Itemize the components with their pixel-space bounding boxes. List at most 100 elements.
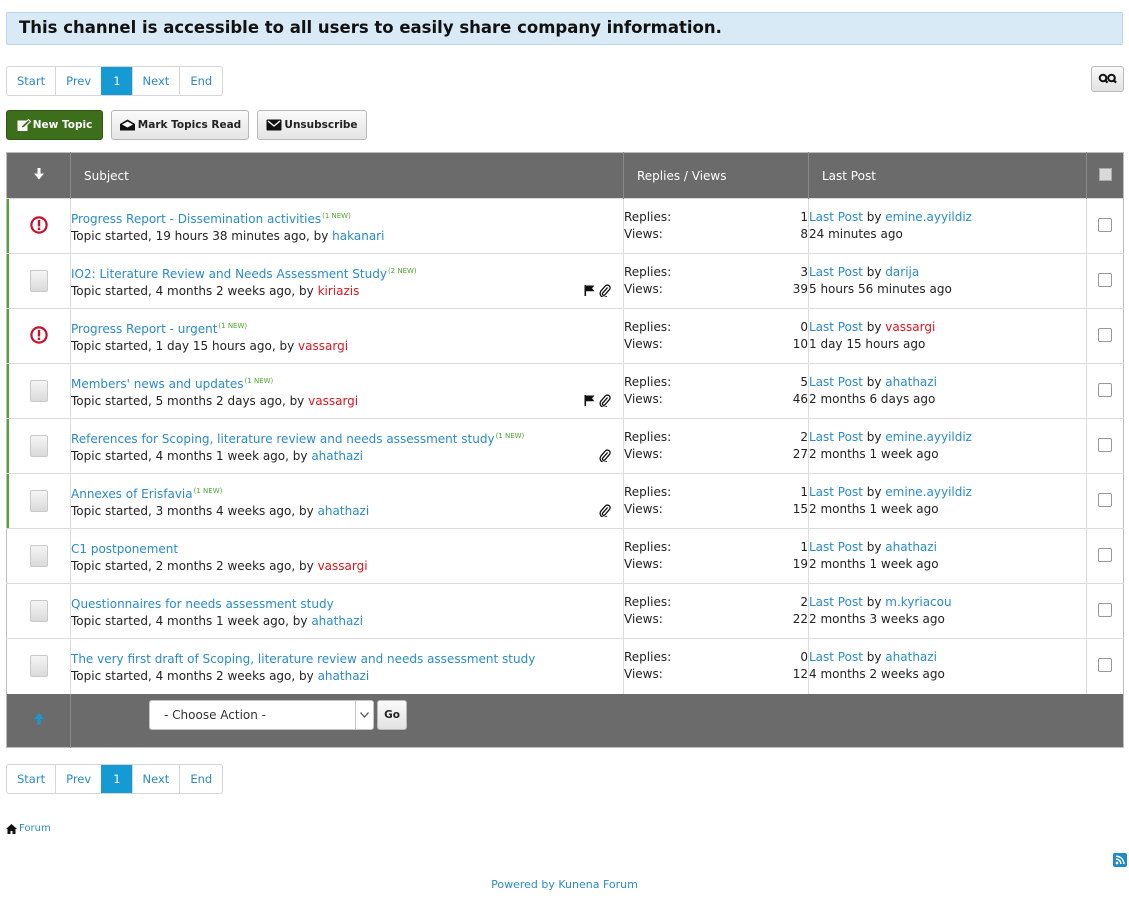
document-icon xyxy=(29,435,48,457)
topic-select-checkbox[interactable] xyxy=(1098,382,1112,397)
views-count: 15 xyxy=(792,502,808,516)
topic-author-link[interactable]: ahathazi xyxy=(311,449,363,463)
topic-title-link[interactable]: The very first draft of Scoping, literat… xyxy=(71,652,535,666)
topic-title-link[interactable]: IO2: Literature Review and Needs Assessm… xyxy=(71,267,387,281)
topic-started-text: Topic started, 19 hours 38 minutes ago, … xyxy=(71,228,329,243)
search-toggle-button[interactable] xyxy=(1091,66,1124,92)
topic-started-text: Topic started, 4 months 2 weeks ago, by xyxy=(71,668,314,683)
topic-indicators xyxy=(584,284,611,300)
last-post-link[interactable]: Last Post xyxy=(809,540,863,554)
last-post-user-link[interactable]: ahathazi xyxy=(885,375,937,389)
home-icon xyxy=(6,823,17,834)
last-post-cell: Last Post by emine.ayyildiz 24 minutes ag… xyxy=(808,198,1087,254)
topic-subject-cell: IO2: Literature Review and Needs Assessm… xyxy=(70,253,624,309)
topic-author-link[interactable]: ahathazi xyxy=(318,504,370,518)
last-post-user-link[interactable]: ahathazi xyxy=(885,540,937,554)
pagination-prev[interactable]: Prev xyxy=(55,67,101,95)
topic-title-link[interactable]: Progress Report - Dissemination activiti… xyxy=(71,212,321,226)
topic-select-checkbox[interactable] xyxy=(1098,272,1112,287)
last-post-by: by xyxy=(866,595,882,609)
pagination-next[interactable]: Next xyxy=(131,765,180,793)
topic-started-text: Topic started, 3 months 4 weeks ago, by xyxy=(71,503,314,518)
last-post-link[interactable]: Last Post xyxy=(809,265,863,279)
topic-title-link[interactable]: Progress Report - urgent xyxy=(71,322,217,336)
last-post-user-link[interactable]: emine.ayyildiz xyxy=(885,485,972,499)
topic-select-checkbox[interactable] xyxy=(1098,492,1112,507)
breadcrumb-forum-link[interactable]: Forum xyxy=(19,823,51,834)
topic-author-link[interactable]: vassargi xyxy=(318,559,368,573)
mark-topics-read-label: Mark Topics Read xyxy=(137,119,242,131)
topic-title-link[interactable]: C1 postponement xyxy=(71,542,178,556)
last-post-by: by xyxy=(866,430,882,444)
topic-author-link[interactable]: kiriazis xyxy=(318,284,360,298)
topic-subject-cell: Annexes of Erisfavia(1 NEW) Topic started… xyxy=(70,473,624,529)
pagination-top: Start Prev 1 Next End xyxy=(6,66,224,96)
last-post-link[interactable]: Last Post xyxy=(809,320,863,334)
select-all-header[interactable] xyxy=(1086,152,1124,199)
pagination-end[interactable]: End xyxy=(179,67,222,95)
topic-select-checkbox[interactable] xyxy=(1098,437,1112,452)
pagination-end[interactable]: End xyxy=(179,765,222,793)
topic-author-link[interactable]: ahathazi xyxy=(318,669,370,683)
topic-started-text: Topic started, 4 months 1 week ago, by xyxy=(71,448,308,463)
pagination-current-page[interactable]: 1 xyxy=(101,765,132,793)
topic-stats-cell: Replies: 0 Views: 12 xyxy=(623,638,809,694)
powered-by-link[interactable]: Powered by Kunena Forum xyxy=(491,878,638,891)
last-post-link[interactable]: Last Post xyxy=(809,210,863,224)
topics-table: Subject Replies / Views Last Post Progre… xyxy=(6,152,1124,748)
go-button[interactable]: Go xyxy=(377,699,407,730)
last-post-user-link[interactable]: ahathazi xyxy=(885,650,937,664)
select-cell xyxy=(1086,308,1124,364)
pagination-next[interactable]: Next xyxy=(131,67,180,95)
new-topic-button[interactable]: New Topic xyxy=(6,110,103,140)
last-post-user-link[interactable]: emine.ayyildiz xyxy=(885,430,972,444)
mark-topics-read-button[interactable]: Mark Topics Read xyxy=(111,110,249,140)
topic-select-checkbox[interactable] xyxy=(1098,602,1112,617)
last-post-user-link[interactable]: darija xyxy=(885,265,919,279)
topic-icon-cell xyxy=(7,254,71,309)
table-row: C1 postponement Topic started, 2 months 2… xyxy=(6,528,1124,584)
topic-select-checkbox[interactable] xyxy=(1098,327,1112,342)
arrow-down-icon xyxy=(33,168,44,180)
topic-author-link[interactable]: vassargi xyxy=(308,394,358,408)
unsubscribe-button[interactable]: Unsubscribe xyxy=(257,110,367,140)
topic-title-link[interactable]: Annexes of Erisfavia xyxy=(71,487,193,501)
arrow-up-icon[interactable] xyxy=(33,712,44,725)
topic-author-link[interactable]: hakanari xyxy=(332,229,384,243)
last-post-link[interactable]: Last Post xyxy=(809,485,863,499)
topic-author-link[interactable]: ahathazi xyxy=(311,614,363,628)
topic-select-checkbox[interactable] xyxy=(1098,217,1112,232)
pagination-prev[interactable]: Prev xyxy=(55,765,101,793)
topic-title-link[interactable]: Questionnaires for needs assessment stud… xyxy=(71,597,334,611)
select-cell xyxy=(1086,198,1124,254)
topic-subject-cell: References for Scoping, literature revie… xyxy=(70,418,624,474)
views-label: Views: xyxy=(624,227,663,241)
views-label: Views: xyxy=(624,502,663,516)
sort-column-header[interactable] xyxy=(7,153,71,199)
replies-count: 2 xyxy=(800,595,808,609)
pagination-start[interactable]: Start xyxy=(7,765,55,793)
last-post-link[interactable]: Last Post xyxy=(809,375,863,389)
last-post-user-link[interactable]: vassargi xyxy=(885,320,935,334)
topic-title-link[interactable]: Members' news and updates xyxy=(71,377,244,391)
last-post-user-link[interactable]: m.kyriacou xyxy=(885,595,951,609)
pagination-start[interactable]: Start xyxy=(7,67,55,95)
bulk-action-select[interactable]: - Choose Action - xyxy=(149,699,374,730)
topic-select-checkbox[interactable] xyxy=(1098,657,1112,672)
topic-started-text: Topic started, 4 months 2 weeks ago, by xyxy=(71,283,314,298)
replies-count: 1 xyxy=(800,485,808,499)
last-post-link[interactable]: Last Post xyxy=(809,650,863,664)
topic-title-link[interactable]: References for Scoping, literature revie… xyxy=(71,432,495,446)
rss-feed-icon[interactable] xyxy=(1113,853,1127,867)
last-post-user-link[interactable]: emine.ayyildiz xyxy=(885,210,972,224)
topic-indicators xyxy=(599,449,611,465)
topic-icon-cell xyxy=(7,419,71,474)
last-post-link[interactable]: Last Post xyxy=(809,430,863,444)
select-all-checkbox[interactable] xyxy=(1098,167,1112,181)
topic-author-link[interactable]: vassargi xyxy=(298,339,348,353)
last-post-link[interactable]: Last Post xyxy=(809,595,863,609)
replies-label: Replies: xyxy=(624,265,672,279)
topic-select-checkbox[interactable] xyxy=(1098,547,1112,562)
replies-label: Replies: xyxy=(624,430,672,444)
pagination-current-page[interactable]: 1 xyxy=(101,67,132,95)
